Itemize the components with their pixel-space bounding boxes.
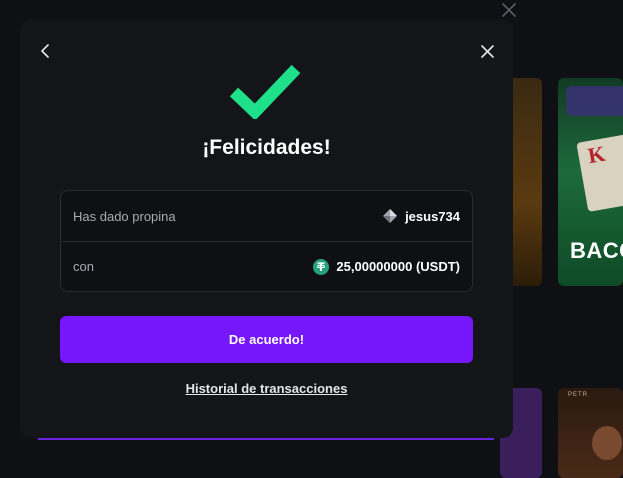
game-card-image [592, 426, 622, 460]
recipient-name: jesus734 [405, 208, 460, 224]
close-button[interactable] [477, 41, 497, 61]
close-icon [480, 44, 494, 58]
close-icon[interactable] [500, 1, 518, 19]
confirm-button[interactable]: De acuerdo! [60, 316, 473, 363]
card-banner [566, 86, 623, 116]
amount-label: con [73, 259, 94, 274]
recipient-row: Has dado propina jesus734 [61, 191, 472, 241]
game-card-tag: PETR [568, 392, 589, 398]
chevron-left-icon [41, 44, 49, 58]
gem-icon [382, 208, 398, 224]
recipient-value: jesus734 [382, 208, 460, 224]
checkmark-icon [230, 64, 300, 119]
modal-title: ¡Felicidades! [202, 136, 331, 159]
tether-icon [313, 258, 330, 275]
tip-details: Has dado propina jesus734 con 25,0000000… [60, 190, 473, 292]
game-card-baccarat[interactable]: K BACC [558, 78, 623, 286]
game-card-title: BACC [570, 238, 623, 263]
game-card[interactable]: PETR [558, 388, 623, 478]
background-accent-bar [38, 438, 494, 440]
amount-row: con 25,00000000 (USDT) [61, 241, 472, 291]
tip-label: Has dado propina [73, 208, 176, 224]
amount-value: 25,00000000 (USDT) [313, 258, 460, 275]
tip-success-modal: ¡Felicidades! Has dado propina jesus734 … [20, 20, 513, 438]
amount-text: 25,00000000 (USDT) [336, 259, 460, 274]
transaction-history-link[interactable]: Historial de transacciones [20, 381, 513, 396]
back-button[interactable] [36, 41, 56, 61]
